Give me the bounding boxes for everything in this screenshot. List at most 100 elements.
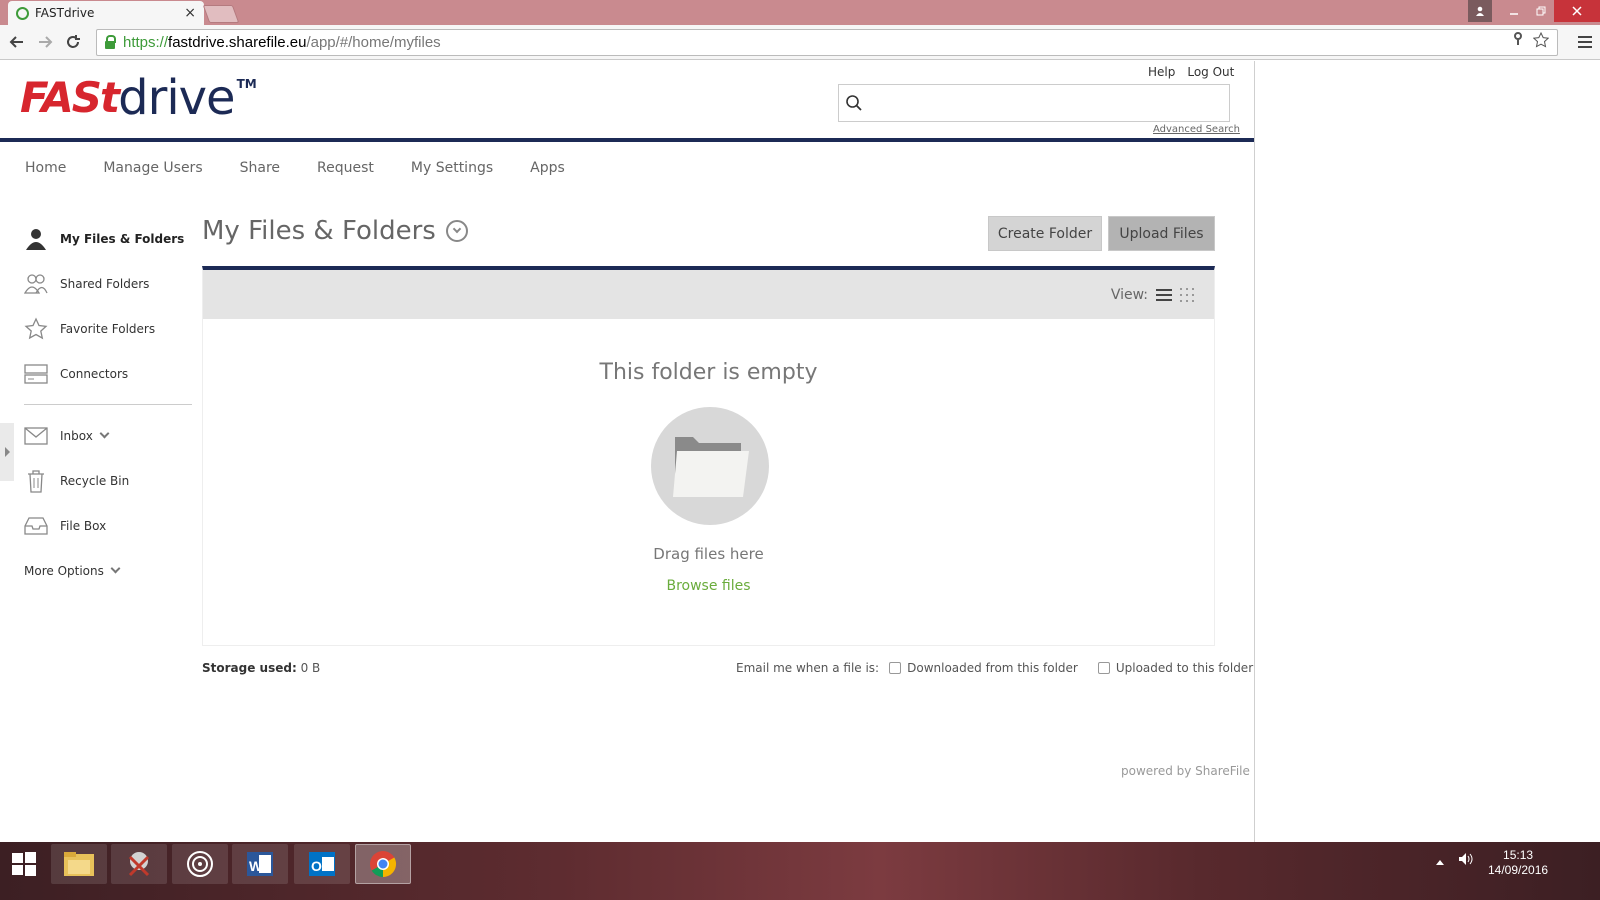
sharefile-page: FASt drive TM Help Log Out Advanced Sear…	[0, 61, 1600, 842]
nav-manage-users[interactable]: Manage Users	[103, 160, 202, 176]
url-path: /app/#/home/myfiles	[306, 34, 441, 51]
storage-label: Storage used:	[202, 661, 297, 675]
windows-taskbar: W O 15:13 14/09/2016	[0, 842, 1600, 900]
volume-icon[interactable]	[1458, 852, 1474, 869]
sidebar-item-label: File Box	[60, 518, 107, 533]
downloaded-checkbox[interactable]	[889, 662, 902, 674]
user-icon	[24, 227, 48, 251]
sidebar-item-connectors[interactable]: Connectors	[24, 351, 192, 396]
page-title-text: My Files & Folders	[202, 216, 436, 246]
downloaded-label: Downloaded from this folder	[907, 661, 1078, 675]
more-options-label: More Options	[24, 563, 104, 578]
nav-share[interactable]: Share	[240, 160, 280, 176]
chevron-down-icon[interactable]	[99, 428, 110, 439]
empty-folder-title: This folder is empty	[599, 360, 818, 385]
uploaded-checkbox[interactable]	[1097, 662, 1110, 674]
minimize-icon[interactable]	[1500, 0, 1527, 22]
windows-logo-icon	[12, 852, 36, 876]
browser-tab[interactable]: FASTdrive ×	[8, 1, 204, 25]
storage-value: 0 B	[300, 661, 321, 675]
list-view-icon[interactable]	[1156, 287, 1172, 303]
search-icon	[846, 95, 862, 111]
nav-my-settings[interactable]: My Settings	[411, 160, 493, 176]
chevron-down-icon	[110, 563, 121, 574]
key-icon[interactable]	[1513, 32, 1523, 53]
sidebar-item-file-box[interactable]: File Box	[24, 503, 192, 548]
svg-text:O: O	[311, 858, 322, 874]
snipping-tool-icon[interactable]	[111, 844, 167, 884]
sidebar-item-inbox[interactable]: Inbox	[24, 413, 192, 458]
logo-tm: TM	[236, 77, 257, 91]
sidebar-item-label: Inbox	[60, 428, 93, 443]
folder-options-dropdown-icon[interactable]	[445, 220, 468, 242]
sidebar-item-label: Shared Folders	[60, 276, 150, 291]
start-button[interactable]	[0, 844, 48, 884]
grid-view-icon[interactable]	[1180, 287, 1196, 303]
system-tray	[1436, 852, 1474, 869]
fastdrive-logo[interactable]: FASt drive TM	[20, 70, 257, 126]
nav-home[interactable]: Home	[25, 160, 66, 176]
new-tab-button[interactable]	[202, 5, 240, 23]
sidebar-item-recycle-bin[interactable]: Recycle Bin	[24, 458, 192, 503]
system-clock[interactable]: 15:13 14/09/2016	[1488, 848, 1548, 878]
more-options-toggle[interactable]: More Options	[24, 548, 192, 593]
back-arrow-icon[interactable]	[6, 31, 28, 53]
storage-used: Storage used: 0 B	[202, 661, 320, 675]
envelope-icon	[24, 424, 48, 448]
address-bar[interactable]: https://fastdrive.sharefile.eu/app/#/hom…	[96, 29, 1558, 56]
search-input[interactable]	[838, 84, 1230, 122]
inbox-tray-icon	[24, 514, 48, 538]
sidebar-item-shared-folders[interactable]: Shared Folders	[24, 261, 192, 306]
chrome-menu-icon[interactable]	[1578, 33, 1592, 54]
view-toolbar: View:	[203, 270, 1214, 319]
chrome-icon[interactable]	[355, 844, 411, 884]
powered-by-footer: powered by ShareFile	[1121, 764, 1250, 778]
nav-request[interactable]: Request	[317, 160, 374, 176]
url-host: fastdrive.sharefile.eu	[168, 34, 307, 51]
main-nav: Home Manage Users Share Request My Setti…	[25, 160, 565, 176]
file-explorer-icon[interactable]	[51, 844, 107, 884]
tab-close-icon[interactable]: ×	[184, 5, 196, 21]
upload-files-button[interactable]: Upload Files	[1108, 216, 1215, 251]
close-window-icon[interactable]	[1554, 0, 1600, 22]
sidebar-item-label: Recycle Bin	[60, 473, 130, 488]
sidebar: My Files & Folders Shared Folders Favori…	[24, 216, 192, 593]
reload-icon[interactable]	[62, 31, 84, 53]
window-controls	[1468, 0, 1600, 22]
sidebar-item-favorite-folders[interactable]: Favorite Folders	[24, 306, 192, 351]
top-links: Help Log Out	[1148, 65, 1234, 79]
browser-toolbar: https://fastdrive.sharefile.eu/app/#/hom…	[0, 25, 1600, 60]
logout-link[interactable]: Log Out	[1187, 65, 1234, 79]
sidebar-item-label: My Files & Folders	[60, 231, 185, 246]
clock-date: 14/09/2016	[1488, 863, 1549, 877]
advanced-search-link[interactable]: Advanced Search	[1153, 124, 1240, 135]
trash-icon	[24, 469, 48, 493]
users-icon	[24, 272, 48, 296]
app-swirl-icon[interactable]	[172, 844, 228, 884]
browse-files-link[interactable]: Browse files	[203, 578, 1214, 594]
forward-arrow-icon[interactable]	[34, 31, 56, 53]
email-notify-options: Email me when a file is: Downloaded from…	[736, 661, 1253, 675]
create-folder-button[interactable]: Create Folder	[988, 216, 1102, 251]
url-scheme: https://	[123, 34, 169, 51]
uploaded-label: Uploaded to this folder	[1115, 661, 1254, 675]
profile-icon[interactable]	[1468, 0, 1492, 22]
view-label: View:	[1110, 286, 1148, 303]
sidebar-item-my-files[interactable]: My Files & Folders	[24, 216, 192, 261]
sharefile-favicon-icon	[16, 6, 29, 20]
tray-expand-icon[interactable]	[1436, 854, 1444, 868]
sidebar-item-label: Connectors	[60, 366, 129, 381]
word-icon[interactable]: W	[232, 844, 288, 884]
help-link[interactable]: Help	[1148, 65, 1175, 79]
restore-icon[interactable]	[1527, 0, 1554, 22]
sidebar-divider	[24, 404, 192, 405]
nav-apps[interactable]: Apps	[530, 160, 565, 176]
outlook-icon[interactable]: O	[294, 844, 350, 884]
svg-text:W: W	[249, 858, 263, 874]
drag-files-label: Drag files here	[653, 545, 764, 563]
empty-folder-icon	[651, 407, 769, 525]
logo-drive-text: drive	[118, 70, 235, 126]
browser-titlebar: FASTdrive ×	[0, 0, 1600, 25]
sidebar-expand-handle[interactable]	[0, 423, 14, 481]
bookmark-star-icon[interactable]	[1532, 31, 1550, 53]
